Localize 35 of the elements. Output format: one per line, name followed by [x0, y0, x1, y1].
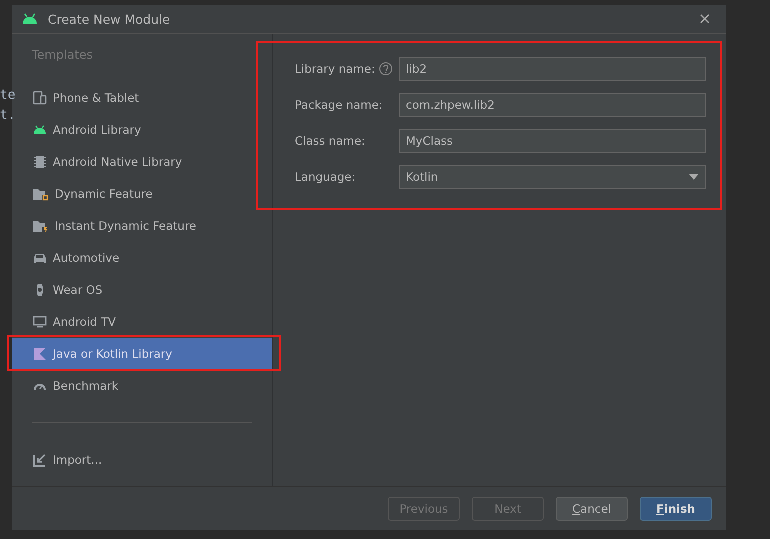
- template-item[interactable]: Benchmark: [12, 370, 272, 402]
- android-icon: [33, 123, 47, 137]
- tv-icon: [33, 315, 47, 329]
- kotlin-icon: [33, 347, 47, 361]
- car-icon: [33, 251, 47, 265]
- text-field[interactable]: MyClass: [399, 129, 706, 153]
- field-label: Library name:: [295, 62, 376, 76]
- template-item[interactable]: Dynamic Feature: [12, 178, 272, 210]
- template-item[interactable]: Java or Kotlin Library: [12, 338, 272, 370]
- field-label: Package name:: [295, 98, 383, 112]
- folder-icon: [33, 187, 49, 201]
- template-item[interactable]: Android TV: [12, 306, 272, 338]
- close-icon[interactable]: [700, 14, 710, 24]
- window-title: Create New Module: [48, 12, 172, 26]
- field-label: Class name:: [295, 134, 366, 148]
- phone-tablet-icon: [33, 91, 47, 105]
- section-heading: Templates: [31, 47, 94, 64]
- folder-icon: [33, 219, 49, 233]
- chip-icon: [33, 155, 47, 169]
- field-label: Language:: [295, 170, 356, 184]
- template-item[interactable]: Automotive: [12, 242, 272, 274]
- caret-icon: [689, 174, 699, 180]
- code-text: te: [0, 88, 16, 103]
- dialog-button[interactable]: Finish: [640, 496, 712, 520]
- template-item[interactable]: Wear OS: [12, 274, 272, 306]
- import-icon: [33, 453, 47, 467]
- android-icon: [22, 13, 38, 25]
- text-field[interactable]: lib2: [399, 57, 706, 81]
- import-item[interactable]: Import...: [12, 449, 272, 471]
- help-icon[interactable]: [379, 62, 394, 76]
- template-item[interactable]: Android Native Library: [12, 146, 272, 178]
- text-field[interactable]: com.zhpew.lib2: [399, 93, 706, 117]
- dialog-button[interactable]: Cancel: [556, 496, 628, 520]
- template-item[interactable]: Instant Dynamic Feature: [12, 210, 272, 242]
- language-dropdown[interactable]: Kotlin: [399, 165, 706, 189]
